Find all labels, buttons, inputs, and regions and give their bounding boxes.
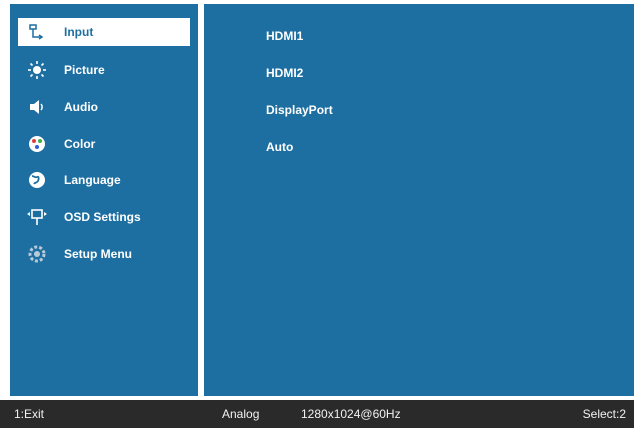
speaker-icon: [26, 96, 48, 118]
input-option-hdmi2[interactable]: HDMI2: [266, 66, 303, 80]
palette-icon: [26, 133, 48, 155]
osd-window: Input Picture Audio Color Language OSD S…: [0, 0, 634, 428]
input-submenu-panel: HDMI1 HDMI2 DisplayPort Auto: [204, 4, 634, 396]
status-bar: 1:Exit Analog 1280x1024@60Hz Select:2: [0, 400, 634, 428]
exit-hint: 1:Exit: [14, 407, 45, 421]
menu-item-label: Language: [64, 173, 121, 187]
gear-icon: [26, 243, 48, 265]
input-option-hdmi1[interactable]: HDMI1: [266, 29, 303, 43]
osd-icon: [26, 206, 48, 228]
menu-item-label: Input: [64, 25, 94, 39]
menu-item-label: Setup Menu: [64, 247, 132, 261]
resolution-readout: 1280x1024@60Hz: [301, 407, 401, 421]
menu-item-color[interactable]: Color: [18, 130, 190, 158]
main-menu-panel: Input Picture Audio Color Language OSD S…: [10, 4, 198, 396]
menu-item-setup-menu[interactable]: Setup Menu: [18, 240, 190, 268]
globe-icon: [26, 169, 48, 191]
menu-item-osd-settings[interactable]: OSD Settings: [18, 203, 190, 231]
input-option-displayport[interactable]: DisplayPort: [266, 103, 333, 117]
select-hint: Select:2: [582, 407, 626, 421]
menu-item-label: Color: [64, 137, 96, 151]
input-icon: [26, 21, 48, 43]
menu-item-language[interactable]: Language: [18, 166, 190, 194]
sun-icon: [26, 59, 48, 81]
menu-item-audio[interactable]: Audio: [18, 93, 190, 121]
signal-type: Analog: [222, 407, 260, 421]
menu-item-label: Picture: [64, 63, 105, 77]
menu-item-picture[interactable]: Picture: [18, 56, 190, 84]
input-option-auto[interactable]: Auto: [266, 140, 293, 154]
menu-item-input[interactable]: Input: [18, 18, 190, 46]
menu-item-label: OSD Settings: [64, 210, 141, 224]
menu-item-label: Audio: [64, 100, 98, 114]
